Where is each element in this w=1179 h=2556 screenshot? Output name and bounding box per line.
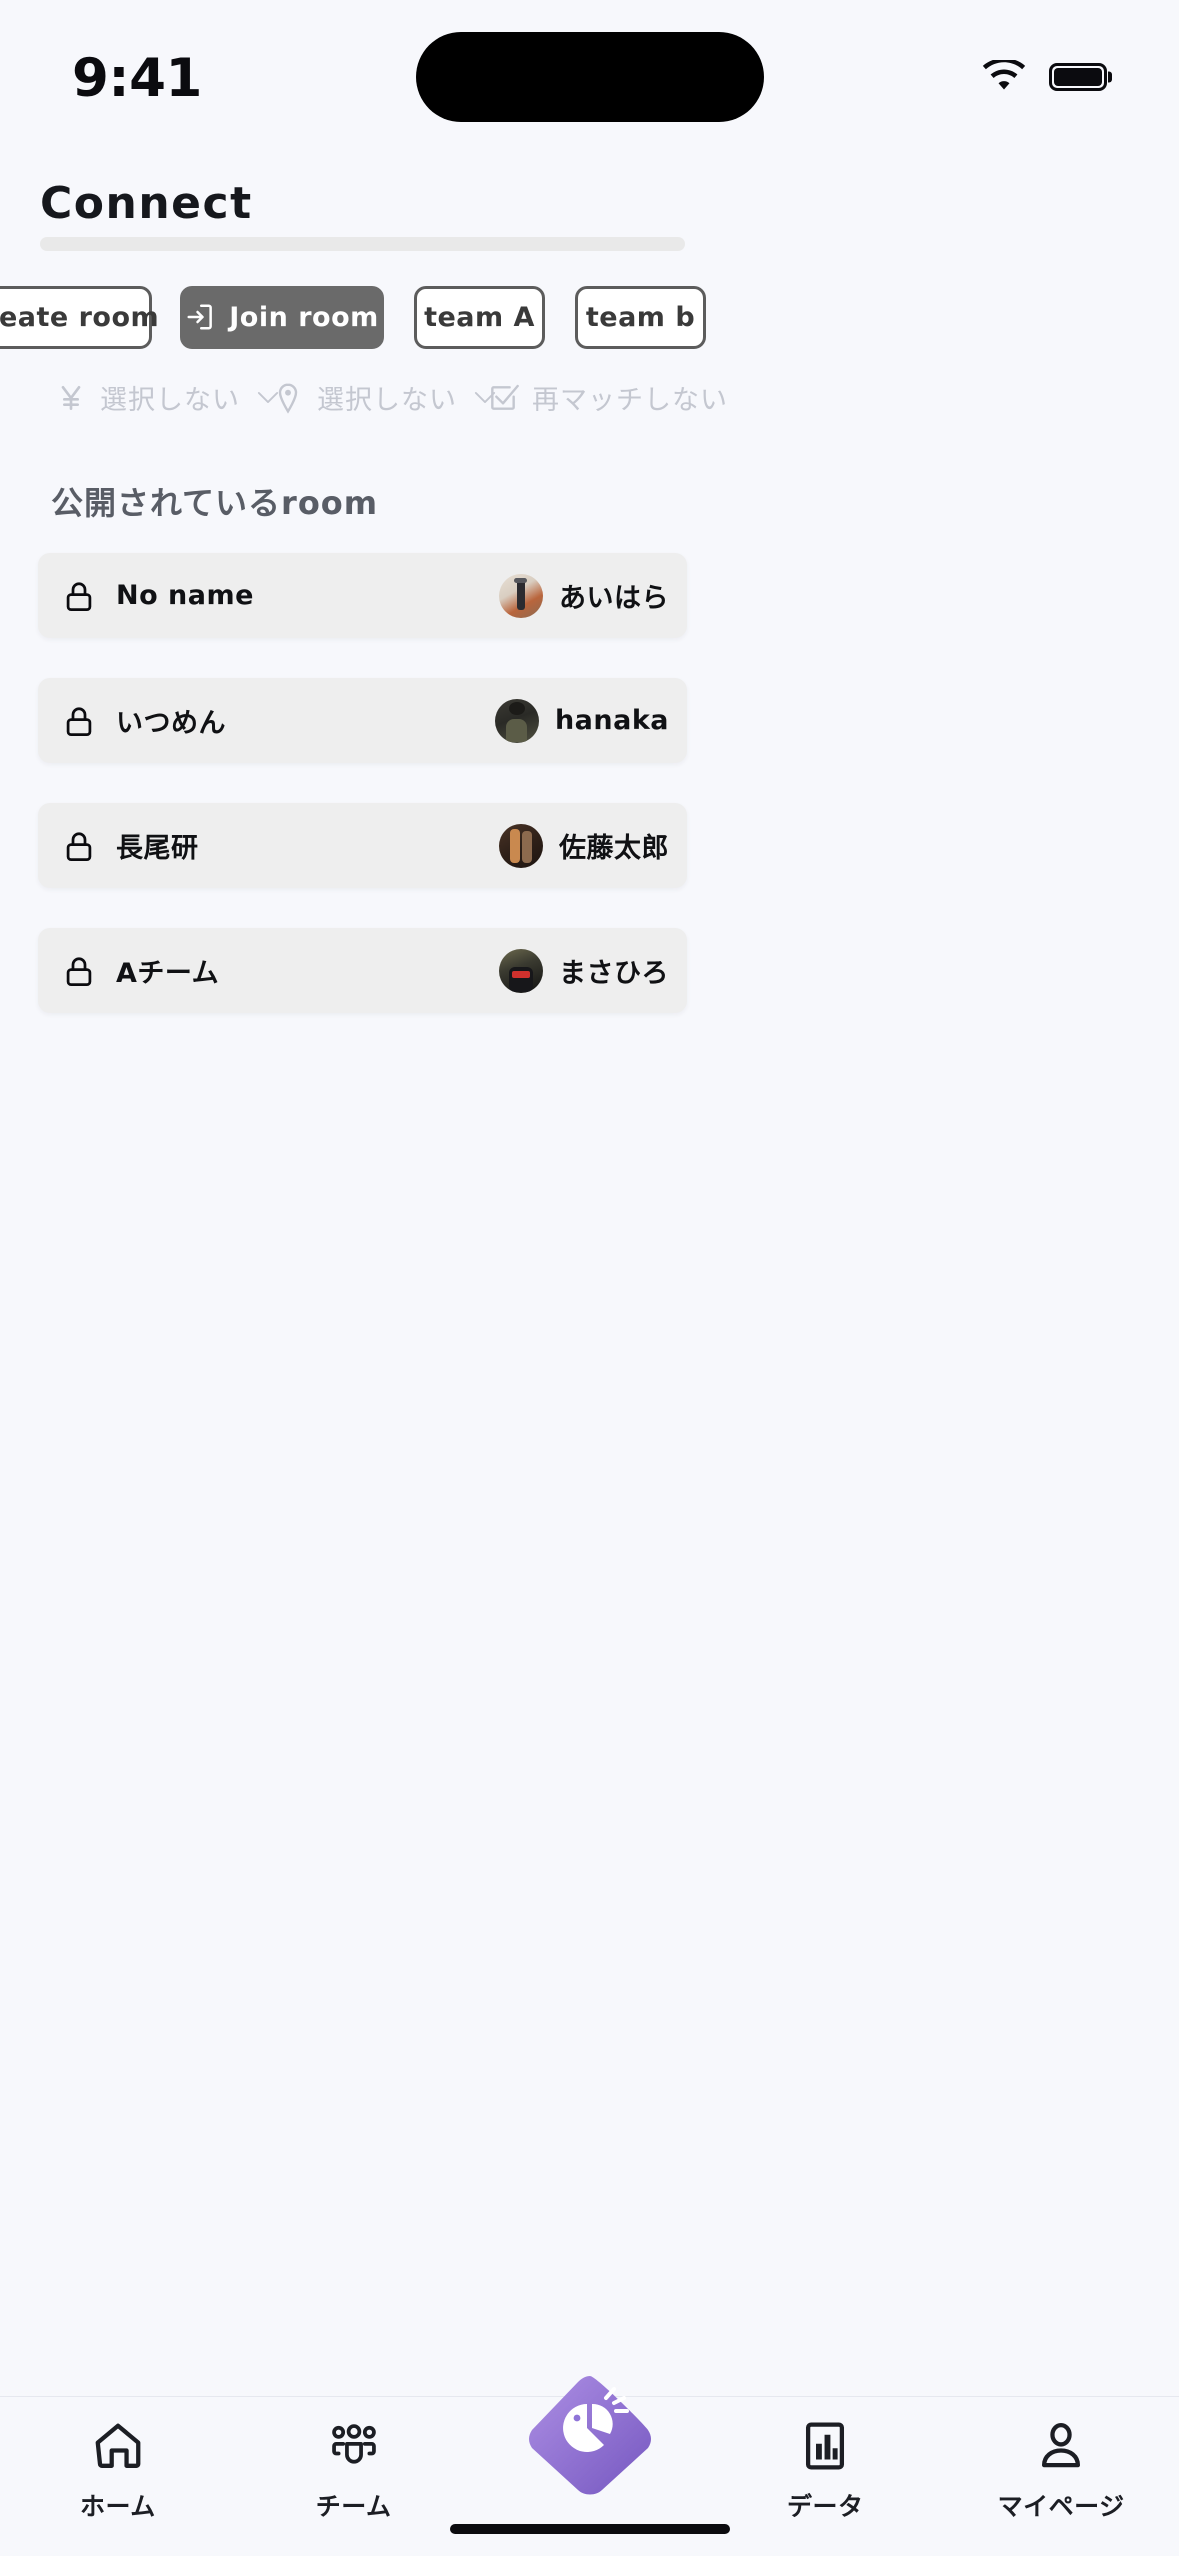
nav-item-data-label: データ [787, 2492, 864, 2521]
room-list-item[interactable]: Aチーム まさひろ [38, 928, 687, 1013]
page-title: Connect [40, 178, 253, 229]
room-item-left: Aチーム [64, 951, 219, 990]
nav-item-mypage[interactable]: マイページ [981, 2419, 1141, 2523]
section-title-public-rooms: 公開されているroom [51, 484, 379, 522]
filter-price[interactable]: 選択しない [55, 378, 279, 417]
home-icon [95, 2423, 141, 2468]
room-item-right: 佐藤太郎 [499, 823, 669, 868]
filter-row: 選択しない 選択しない 再マッチしない [0, 378, 1179, 428]
room-item-right: hanaka [494, 698, 669, 743]
battery-icon [1049, 63, 1107, 91]
tab-join-room-label: Join room [229, 301, 379, 333]
checkbox-checked-icon [491, 384, 519, 410]
room-list: No name あいはら いつめん hanaka 長尾研 佐藤太郎 Aチーム ま… [38, 553, 687, 1053]
room-list-item[interactable]: 長尾研 佐藤太郎 [38, 803, 687, 888]
room-name: No name [116, 580, 254, 611]
room-list-item[interactable]: いつめん hanaka [38, 678, 687, 763]
filter-price-label: 選択しない [100, 385, 240, 416]
room-owner-name: hanaka [554, 705, 669, 736]
room-item-right: まさひろ [499, 948, 669, 993]
nav-item-team-label: チーム [315, 2492, 392, 2521]
lock-icon [66, 831, 92, 861]
room-name: 長尾研 [116, 833, 199, 864]
tab-create-room-label: Create room [0, 301, 160, 333]
lock-icon [66, 581, 92, 611]
enter-door-icon [187, 304, 213, 330]
nav-item-home[interactable]: ホーム [38, 2419, 198, 2523]
room-name: Aチーム [116, 958, 220, 989]
dynamic-island [415, 32, 764, 122]
room-item-right: あいはら [499, 573, 669, 618]
room-item-left: No name [64, 579, 254, 613]
room-owner-name: あいはら [559, 583, 669, 614]
scroll-progress-track[interactable] [40, 237, 685, 251]
tab-team-b[interactable]: team b [575, 285, 706, 349]
status-bar: 9:41 [0, 0, 1179, 150]
lock-icon [66, 706, 92, 736]
location-pin-icon [278, 382, 298, 414]
nav-item-mypage-label: マイページ [997, 2492, 1125, 2521]
room-owner-name: まさひろ [559, 958, 669, 989]
home-indicator [449, 2524, 730, 2534]
pie-chart-marker-icon [528, 2376, 651, 2495]
nav-item-home-label: ホーム [80, 2492, 156, 2521]
status-bar-indicators [981, 60, 1107, 94]
tab-team-a-label: team A [424, 301, 535, 333]
status-bar-time: 9:41 [72, 47, 202, 109]
bar-chart-icon [806, 2422, 845, 2470]
tab-create-room[interactable]: Create room [0, 285, 159, 349]
tab-team-a[interactable]: team A [414, 285, 545, 349]
wifi-icon [982, 60, 1026, 90]
nav-item-team[interactable]: チーム [274, 2419, 434, 2523]
room-list-item[interactable]: No name あいはら [38, 553, 687, 638]
filter-place-label: 選択しない [317, 385, 457, 416]
battery-fill [1054, 68, 1102, 86]
room-item-left: 長尾研 [64, 826, 199, 865]
room-item-left: いつめん [64, 701, 226, 740]
person-icon [1042, 2422, 1081, 2468]
lock-icon [66, 956, 92, 986]
avatar [499, 823, 543, 868]
filter-place[interactable]: 選択しない [272, 378, 496, 417]
group-people-icon [331, 2424, 376, 2464]
filter-rematch[interactable]: 再マッチしない [487, 378, 728, 417]
avatar [499, 948, 543, 993]
yen-icon [61, 385, 81, 410]
avatar [499, 573, 543, 618]
filter-rematch-label: 再マッチしない [532, 385, 728, 416]
fab-center-button[interactable] [528, 2372, 652, 2496]
room-name: いつめん [116, 708, 226, 739]
tab-join-room[interactable]: Join room [180, 285, 384, 349]
tab-team-b-label: team b [585, 301, 696, 333]
nav-item-data[interactable]: データ [745, 2419, 905, 2523]
room-owner-name: 佐藤太郎 [559, 833, 669, 864]
tab-row: Create room Join room team A team b [0, 285, 1179, 349]
avatar [494, 698, 539, 743]
